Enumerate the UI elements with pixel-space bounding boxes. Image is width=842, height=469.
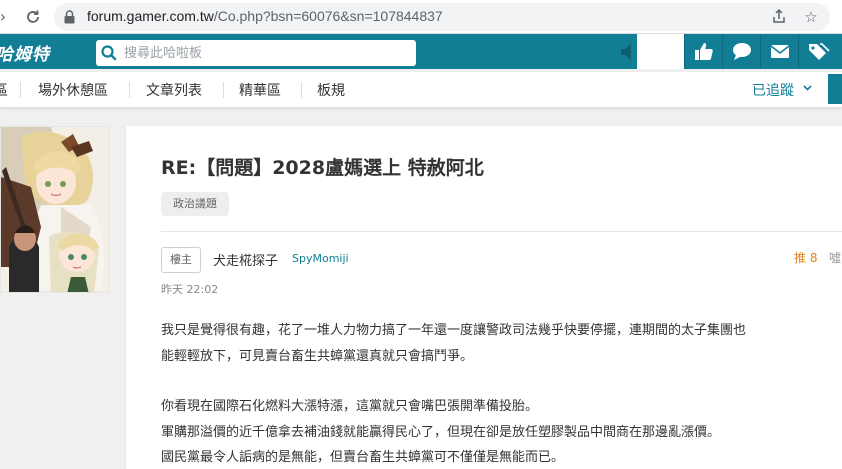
url-text: forum.gamer.com.tw/Co.php?bsn=60076&sn=1… — [87, 8, 443, 24]
topic-tag[interactable]: 政治議題 — [161, 192, 229, 216]
anime-illustration — [1, 127, 109, 292]
site-header: 巴哈姆特 — [0, 34, 842, 72]
follow-button[interactable]: 已追蹤 — [752, 80, 794, 100]
mail-button[interactable] — [760, 34, 798, 69]
post-body-line: 國民黨最令人詬病的是無能，但賣台畜生共蟑黨可不僅僅是無能而已。 — [161, 450, 565, 465]
url-host: forum.gamer.com.tw — [87, 8, 214, 24]
forum-post: RE:【問題】2028盧媽選上 特赦阿北 政治議題 樓主 犬走椛探子 SpyMo… — [125, 126, 842, 469]
post-body-line: 軍購那溢價的近千億拿去補油錢就能贏得民心了，但現在卻是放任塑膠製品中間商在那邊亂… — [161, 425, 721, 440]
post-timestamp: 昨天 22:02 — [161, 283, 219, 296]
browser-toolbar: › forum.gamer.com.tw/Co.php?bsn=60076&sn… — [0, 0, 842, 34]
bookmark-star-icon[interactable]: ☆ — [802, 8, 820, 26]
lock-icon — [64, 10, 75, 24]
post-divider — [161, 231, 842, 232]
price-tag-icon — [809, 43, 830, 60]
subnav-item-lounge[interactable]: 場外休憩區 — [38, 80, 108, 100]
chat-bubble-icon — [733, 43, 751, 60]
op-badge: 樓主 — [161, 247, 201, 273]
search-icon[interactable] — [100, 44, 118, 62]
reload-icon[interactable] — [22, 6, 44, 28]
author-name[interactable]: 犬走椛探子 — [213, 250, 278, 269]
envelope-icon — [770, 45, 790, 58]
header-gap — [637, 34, 684, 69]
subnav-item-rules[interactable]: 板規 — [317, 80, 345, 100]
search-input[interactable] — [124, 43, 404, 63]
subnav-divider — [223, 82, 224, 98]
post-title: RE:【問題】2028盧媽選上 特赦阿北 — [161, 157, 484, 179]
post-body-line: 你看現在國際石化燃料大漲特漲，這黨就只會嘴巴張開準備投胎。 — [161, 399, 539, 414]
post-body-line: 我只是覺得很有趣，花了一堆人力物力搞了一年還一度讓警政司法幾乎快要停擺，連期間的… — [161, 323, 747, 338]
side-tab[interactable] — [828, 74, 842, 104]
share-icon[interactable] — [770, 8, 788, 26]
site-logo[interactable]: 巴哈姆特 — [0, 40, 50, 65]
author-avatar-image[interactable] — [0, 126, 110, 293]
subnav-divider — [20, 82, 21, 98]
subnav-divider — [129, 82, 130, 98]
subnav-item-home[interactable]: 區 — [0, 80, 8, 100]
gp-notify-button[interactable] — [684, 34, 722, 69]
url-path: /Co.php?bsn=60076&sn=107844837 — [213, 8, 443, 24]
forward-icon[interactable]: › — [0, 6, 14, 28]
push-count[interactable]: 推 8 — [794, 249, 817, 266]
boo-button[interactable]: 噓 — [829, 249, 841, 266]
message-button[interactable] — [722, 34, 760, 69]
board-subnav: 區 場外休憩區 文章列表 精華區 板規 已追蹤 — [0, 72, 842, 108]
subnav-item-featured[interactable]: 精華區 — [239, 80, 281, 100]
tag-button[interactable] — [798, 34, 842, 69]
address-bar[interactable]: forum.gamer.com.tw/Co.php?bsn=60076&sn=1… — [54, 3, 830, 31]
thumbs-up-icon — [695, 43, 713, 60]
chevron-down-icon[interactable] — [803, 84, 812, 92]
board-search[interactable] — [96, 40, 416, 66]
subnav-item-article-list[interactable]: 文章列表 — [146, 80, 202, 100]
post-body-line: 能輕輕放下，可見賣台畜生共蟑黨還真就只會搞鬥爭。 — [161, 349, 474, 364]
author-id[interactable]: SpyMomiji — [292, 252, 349, 265]
speaker-icon[interactable] — [620, 43, 636, 61]
subnav-divider — [301, 82, 302, 98]
header-bar: 巴哈姆特 — [0, 34, 637, 69]
